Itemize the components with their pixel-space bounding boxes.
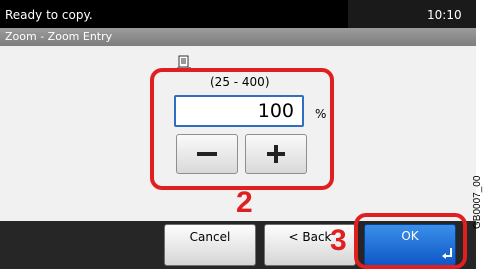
screen-title: Zoom - Zoom Entry <box>5 30 113 43</box>
screen-title-bar: Zoom - Zoom Entry <box>0 28 476 46</box>
zoom-entry-highlight <box>150 68 334 190</box>
figure-code: GB0007_00 <box>472 175 483 229</box>
cancel-button[interactable]: Cancel <box>164 224 256 266</box>
step-2-callout: 2 <box>236 186 253 219</box>
status-bar: Ready to copy. 10:10 <box>0 0 476 28</box>
ok-highlight <box>354 213 467 269</box>
step-3-callout: 3 <box>330 224 347 257</box>
copier-panel-screen: Ready to copy. 10:10 Zoom - Zoom Entry (… <box>0 0 476 269</box>
document-icon <box>177 55 191 69</box>
status-message: Ready to copy. <box>5 8 93 22</box>
status-time: 10:10 <box>427 8 462 22</box>
